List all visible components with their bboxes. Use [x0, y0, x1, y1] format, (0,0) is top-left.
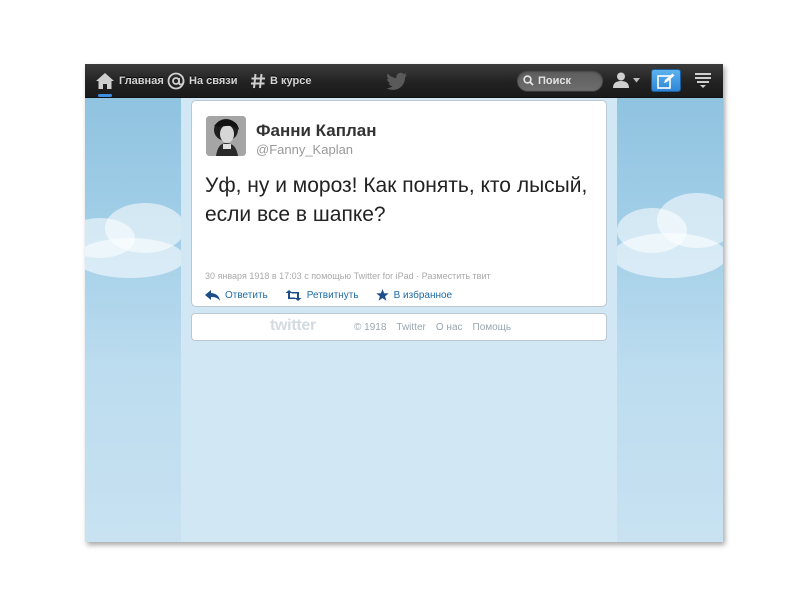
- background-left: [85, 98, 185, 542]
- footer: twitter © 1918 Twitter О нас Помощь: [191, 313, 607, 341]
- footer-link-help[interactable]: Помощь: [473, 322, 512, 333]
- nav-discover[interactable]: В курсе: [250, 64, 311, 97]
- background-right: [612, 98, 723, 542]
- tweet-card: Фанни Каплан @Fanny_Kaplan Уф, ну и моро…: [191, 100, 607, 307]
- compose-tweet-button[interactable]: [651, 69, 681, 92]
- tweet-actions: Ответить Ретвитнуть В избранное: [205, 288, 469, 302]
- meta-separator: ·: [416, 271, 420, 281]
- chevron-down-icon: [633, 77, 640, 83]
- nav-connect[interactable]: На связи: [167, 64, 238, 97]
- reply-button[interactable]: Ответить: [205, 289, 268, 301]
- tweet-via[interactable]: с помощью Twitter for iPad: [304, 271, 413, 281]
- retweet-icon: [285, 289, 302, 301]
- top-bar: Главная На связи В курсе: [85, 64, 723, 98]
- search-box[interactable]: [517, 70, 603, 91]
- cloud: [612, 233, 723, 278]
- nav-home[interactable]: Главная: [95, 64, 164, 97]
- retweet-label: Ретвитнуть: [306, 289, 359, 301]
- active-indicator: [98, 94, 112, 97]
- favorite-button[interactable]: В избранное: [375, 289, 453, 301]
- cloud: [85, 238, 185, 278]
- twitter-bird-icon: [386, 72, 408, 95]
- home-icon: [95, 72, 115, 90]
- menu-icon[interactable]: [695, 73, 711, 93]
- compose-icon: [657, 73, 675, 89]
- nav-discover-label: В курсе: [270, 74, 312, 87]
- user-menu[interactable]: [612, 71, 640, 89]
- display-name[interactable]: Фанни Каплан: [256, 121, 377, 141]
- search-icon: [523, 75, 534, 86]
- tweet-date[interactable]: 30 января 1918: [205, 271, 269, 281]
- reply-icon: [205, 289, 220, 301]
- embed-tweet-link[interactable]: Разместить твит: [422, 271, 491, 281]
- app-window: Главная На связи В курсе Поиск Фанни Кап…: [85, 64, 723, 542]
- nav-connect-label: На связи: [189, 74, 238, 87]
- tweet-text: Уф, ну и мороз! Как понять, кто лысый, е…: [205, 174, 588, 226]
- twitter-logo: twitter: [270, 317, 316, 334]
- tweet-meta: 30 января 1918 в 17:03 с помощью Twitter…: [205, 271, 491, 281]
- nav-home-label: Главная: [119, 74, 164, 87]
- favorite-label: В избранное: [393, 289, 453, 301]
- footer-link-twitter[interactable]: Twitter: [396, 322, 425, 333]
- user-handle[interactable]: @Fanny_Kaplan: [256, 142, 353, 157]
- avatar[interactable]: [206, 116, 246, 156]
- star-icon: [375, 289, 389, 301]
- retweet-button[interactable]: Ретвитнуть: [285, 289, 359, 301]
- footer-link-about[interactable]: О нас: [436, 322, 463, 333]
- tweet-time: в 17:03: [271, 271, 302, 281]
- user-icon: [612, 71, 630, 89]
- footer-copyright: © 1918: [354, 322, 387, 333]
- search-input[interactable]: [534, 74, 598, 87]
- hashtag-icon: [250, 72, 266, 90]
- at-icon: [167, 72, 185, 90]
- footer-links: © 1918 Twitter О нас Помощь: [354, 322, 521, 333]
- reply-label: Ответить: [225, 289, 268, 301]
